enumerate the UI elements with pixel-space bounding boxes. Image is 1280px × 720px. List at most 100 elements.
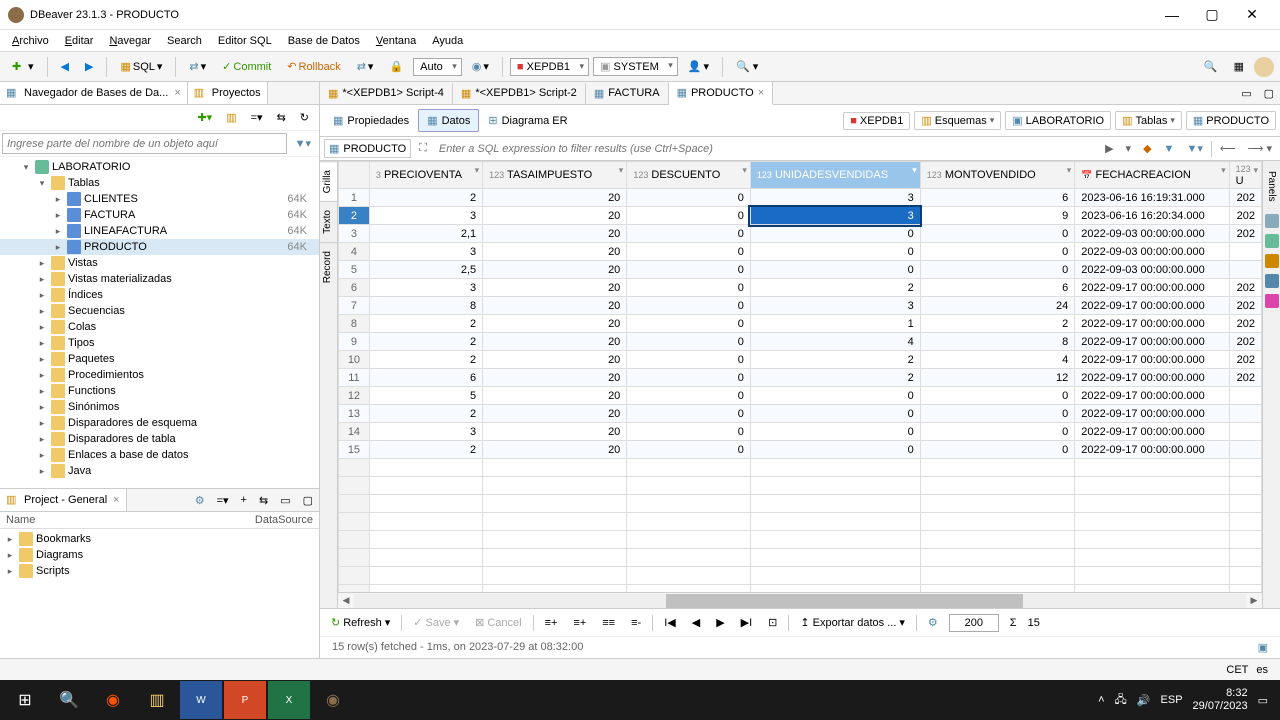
table-row[interactable]: 23200392023-06-16 16:20:34.000202 [339,207,1262,225]
tree-table-producto[interactable]: ▸PRODUCTO64K [0,239,319,255]
perspective-button[interactable]: ▦ [1228,56,1250,77]
table-row[interactable]: 782003242022-09-17 00:00:00.000202 [339,297,1262,315]
schema-combo[interactable]: ▣ SYSTEM [593,57,678,76]
search-button[interactable]: 🔍 [48,681,90,719]
proj-min-icon[interactable]: ▭ [274,490,296,511]
tray-sound-icon[interactable]: 🔊 [1137,694,1151,707]
filter-funnel-icon[interactable]: ▼ [1160,141,1179,157]
del-row-icon[interactable]: ≡- [626,614,646,632]
panel-icon[interactable] [1265,234,1279,248]
projects-tab[interactable]: ▥Proyectos [188,82,268,104]
tab-script4[interactable]: ▦*<XEPDB1> Script-4 [320,83,453,104]
panel-icon[interactable] [1265,274,1279,288]
first-page-icon[interactable]: I◀ [659,613,681,632]
tray-notif-icon[interactable]: ▭ [1258,694,1268,707]
table-row[interactable]: 132200002022-09-17 00:00:00.000 [339,405,1262,423]
menu-navegar[interactable]: Navegar [101,33,159,49]
menu-editor-sql[interactable]: Editor SQL [210,33,280,49]
notifications-icon[interactable]: ▣ [1258,641,1268,654]
close-icon[interactable]: × [113,494,119,506]
nav-collapse-button[interactable]: =▾ [245,107,269,128]
panel-icon[interactable] [1265,254,1279,268]
user-icon[interactable] [1254,57,1274,77]
tray-lang[interactable]: ESP [1161,694,1183,706]
nav-folder-button[interactable]: ▥ [220,107,242,128]
nav-link-button[interactable]: ⇆ [271,107,292,128]
expand-filter-icon[interactable]: ⛶ [415,140,431,157]
subtab-props[interactable]: ▦Propiedades [324,109,418,132]
tab-producto[interactable]: ▦PRODUCTO× [669,82,774,105]
proj-settings-icon[interactable]: ⚙ [189,490,211,511]
table-row[interactable]: 152200002022-09-17 00:00:00.000 [339,441,1262,459]
menu-base-de-datos[interactable]: Base de Datos [280,33,368,49]
tree-folder[interactable]: ▸Tipos [0,335,319,351]
minimize-button[interactable]: — [1152,1,1192,29]
goto-icon[interactable]: ⊡ [763,613,782,632]
current-table-label[interactable]: ▦PRODUCTO [324,139,411,158]
project-tab[interactable]: ▥Project - General× [0,489,127,511]
row-count-icon[interactable]: Σ [1005,614,1022,632]
tx-mode-button[interactable]: ⇄▾ [351,56,380,77]
table-row[interactable]: 82200122022-09-17 00:00:00.000202 [339,315,1262,333]
save-button[interactable]: ✓ Save ▾ [408,613,464,632]
refresh-button[interactable]: ↻Refresh ▾ [326,613,395,632]
nav-filter-button[interactable]: ▼▾ [289,133,317,154]
table-row[interactable]: 43200002022-09-03 00:00:00.000 [339,243,1262,261]
menu-ayuda[interactable]: Ayuda [424,33,471,49]
tree-table-factura[interactable]: ▸FACTURA64K [0,207,319,223]
export-button[interactable]: ↥ Exportar datos ... ▾ [795,613,910,632]
task-word[interactable]: W [180,681,222,719]
nav-search-input[interactable] [2,133,287,154]
col-header-u[interactable]: 123 U▾ [1229,162,1261,189]
col-header-precio[interactable]: 3 PRECIOVENTA▾ [369,162,482,189]
col-header-monto[interactable]: 123 MONTOVENDIDO▾ [920,162,1074,189]
nav-refresh-button[interactable]: ↻ [294,107,315,128]
vtab-panels[interactable]: Panels [1266,165,1277,208]
tree-folder[interactable]: ▸Java [0,463,319,479]
back-button[interactable]: ◀ [55,56,75,77]
tree-tablas[interactable]: Tablas [68,177,100,189]
tree-folder[interactable]: ▸Enlaces a base de datos [0,447,319,463]
tree-folder[interactable]: ▸Procedimientos [0,367,319,383]
fetch-next-icon[interactable]: ⟶ ▾ [1244,140,1276,157]
apply-filter-icon[interactable]: ▶ [1101,140,1117,157]
start-button[interactable]: ⊞ [4,681,46,719]
proj-max-icon[interactable]: ▢ [297,490,319,511]
add-row-icon[interactable]: ≡+ [568,614,591,632]
fetch-prev-icon[interactable]: ⟵ [1216,140,1240,157]
new-conn-button[interactable]: ✚▾ [6,56,40,78]
task-excel[interactable]: X [268,681,310,719]
dup-row-icon[interactable]: ≡≡ [597,614,620,632]
menu-search[interactable]: Search [159,33,210,49]
user-button[interactable]: 👤▾ [682,56,715,77]
tab-factura[interactable]: ▦FACTURA [586,83,669,104]
filter-history-icon[interactable]: ▾ [1122,140,1136,157]
tree-folder[interactable]: ▸Paquetes [0,351,319,367]
menu-editar[interactable]: Editar [57,33,102,49]
tree-folder[interactable]: ▸Vistas [0,255,319,271]
bc-table[interactable]: ▦PRODUCTO [1186,111,1276,130]
search-button[interactable]: 🔍 ▾ [730,56,764,77]
maximize-button[interactable]: ▢ [1192,1,1232,29]
panel-icon[interactable] [1265,294,1279,308]
commit-button[interactable]: ✓ Commit [216,56,277,77]
close-icon[interactable]: × [758,87,764,99]
proj-item[interactable]: ▸Scripts [0,563,319,579]
editor-max-icon[interactable]: ▢ [1258,83,1280,104]
tree-folder[interactable]: ▸Colas [0,319,319,335]
h-scrollbar[interactable]: ◀▶ [338,592,1262,608]
data-grid[interactable]: 3 PRECIOVENTA▾123 TASAIMPUESTO▾123 DESCU… [338,161,1262,592]
prev-page-icon[interactable]: ◀ [687,613,705,632]
col-header-fecha[interactable]: 📅 FECHACREACION▾ [1075,162,1229,189]
tree-folder[interactable]: ▸Disparadores de tabla [0,431,319,447]
table-row[interactable]: 32,1200002022-09-03 00:00:00.000202 [339,225,1262,243]
navigator-tab[interactable]: ▦Navegador de Bases de Da...× [0,82,188,104]
bc-schema[interactable]: ▣LABORATORIO [1005,111,1111,130]
rownum-header[interactable] [339,162,370,189]
col-header-unid[interactable]: 123 UNIDADESVENDIDAS▾ [750,162,920,189]
sql-editor-button[interactable]: ▦ SQL ▾ [114,56,168,77]
menu-ventana[interactable]: Ventana [368,33,424,49]
tab-script2[interactable]: ▦*<XEPDB1> Script-2 [453,83,586,104]
rollback-button[interactable]: ↶ Rollback [281,56,346,77]
proj-item[interactable]: ▸Bookmarks [0,531,319,547]
